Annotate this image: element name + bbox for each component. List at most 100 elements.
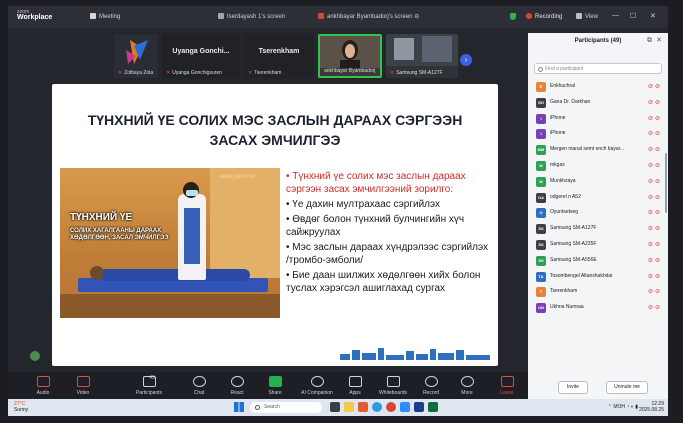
encryption-indicator[interactable] xyxy=(510,13,516,21)
weather-widget[interactable]: 27°C Sunny xyxy=(14,401,28,413)
search-icon xyxy=(538,67,543,72)
close-button[interactable]: ✕ xyxy=(650,12,656,20)
unmute-me-button[interactable]: Unmute me xyxy=(606,381,648,394)
participant-row[interactable]: GD Gana Dr. Darkhan ⊘⊘ xyxy=(528,95,668,111)
video-tile[interactable]: Tserenkham ✕ Tserenkham xyxy=(244,34,314,78)
edge-icon[interactable] xyxy=(372,402,382,412)
muted-mic-icon: ✕ xyxy=(390,70,395,76)
participant-row[interactable]: O Oyuntsetseg ⊘⊘ xyxy=(528,205,668,221)
participant-row[interactable]: SS Samsung SM-A127F ⊘⊘ xyxy=(528,221,668,237)
react-button[interactable]: React xyxy=(216,376,258,396)
muted-icons: ⊘⊘ xyxy=(647,194,662,201)
task-view-icon[interactable] xyxy=(330,402,340,412)
ai-companion-button[interactable]: AI Companion xyxy=(296,376,338,396)
taskbar-search[interactable]: Search xyxy=(250,402,322,413)
chrome-icon[interactable] xyxy=(386,402,396,412)
language-indicator: МОН xyxy=(613,404,626,410)
muted-icons: ⊘⊘ xyxy=(647,241,662,248)
participant-row[interactable]: IiPhone ⊘⊘ xyxy=(528,111,668,127)
video-tile[interactable]: ✕ Zolbaya Zola xyxy=(114,34,158,78)
camera-icon xyxy=(76,376,90,387)
participant-row[interactable]: TA Tosombengel Altanshakhdai ⊘⊘ xyxy=(528,269,668,285)
windows-start-icon[interactable] xyxy=(234,402,244,412)
participant-name: iPhone xyxy=(550,114,566,121)
video-strip: ✕ Zolbaya Zola Uyanga Gonchi... ✕ Uyanga G… xyxy=(114,34,476,80)
screen-icon xyxy=(218,13,224,19)
muted-icons: ⊘⊘ xyxy=(647,226,662,233)
avatar: E xyxy=(536,82,546,92)
participant-name: Samsung SM-A556E xyxy=(550,256,597,263)
screen-tab[interactable]: tserdayash 1's screen xyxy=(218,13,285,20)
popout-icon[interactable]: ⧉ xyxy=(647,33,652,49)
muted-icons: ⊘⊘ xyxy=(647,305,662,312)
more-icon xyxy=(460,376,474,387)
tile-display-name: Uyanga Gonchi... xyxy=(172,48,230,55)
tile-name: Samsung SM-A127F xyxy=(396,70,443,76)
next-page-button[interactable]: › xyxy=(460,54,472,66)
participant-row[interactable]: SS Samsung SM-A556E ⊘⊘ xyxy=(528,253,668,269)
muted-icons: ⊘⊘ xyxy=(647,178,662,185)
meeting-tab[interactable]: Meeting xyxy=(90,13,120,20)
apps-button[interactable]: Apps xyxy=(334,376,376,396)
tile-name: Tserenkham xyxy=(254,70,282,76)
share-button[interactable]: Share xyxy=(254,376,296,396)
options-icon[interactable]: ⊖ xyxy=(414,14,419,20)
video-tile[interactable]: ✕ Samsung SM-A127F xyxy=(386,34,458,78)
participant-name: iPhone xyxy=(550,130,566,137)
zoom-taskbar-icon[interactable] xyxy=(400,402,410,412)
participant-row[interactable]: OA odgerel n A52 ⊘⊘ xyxy=(528,190,668,206)
app-icon[interactable] xyxy=(414,402,424,412)
active-speaker-tile[interactable]: ankhbayar Byambadorj xyxy=(318,34,382,78)
invite-button[interactable]: Invite xyxy=(558,381,588,394)
clock[interactable]: 12:29 2025.08.25 xyxy=(639,401,664,413)
minimize-button[interactable]: — xyxy=(612,12,619,19)
view-button[interactable]: View xyxy=(576,13,598,20)
video-tile[interactable]: Uyanga Gonchi... ✕ Uyanga Gonchigsuren xyxy=(162,34,240,78)
participant-row[interactable]: M Munkhzaya ⊘⊘ xyxy=(528,174,668,190)
muted-mic-icon: ✕ xyxy=(248,70,253,76)
muted-mic-icon: ✕ xyxy=(118,70,123,76)
more-button[interactable]: More xyxy=(446,376,488,396)
maximize-button[interactable]: ☐ xyxy=(630,12,636,20)
avatar: TA xyxy=(536,271,546,282)
close-panel-icon[interactable]: ✕ xyxy=(656,33,662,49)
avatar: OA xyxy=(536,192,546,203)
participant-name: Oyuntsetseg xyxy=(550,209,579,216)
participant-row[interactable]: MM Mergen manal semt ench bayar... ⊘⊘ xyxy=(528,142,668,158)
leave-button[interactable]: Leave xyxy=(486,376,528,396)
avatar: M xyxy=(536,176,546,187)
chat-icon xyxy=(192,376,206,387)
system-tray[interactable]: ⌃ МОН ◔ ◐ ▮ xyxy=(608,404,638,410)
app-icon[interactable] xyxy=(358,402,368,412)
heart-icon xyxy=(230,376,244,387)
whiteboards-button[interactable]: Whiteboards xyxy=(372,376,414,396)
microphone-icon xyxy=(36,376,50,387)
participant-row[interactable]: T Tserenkham ⊘⊘ xyxy=(528,284,668,300)
participant-row[interactable]: E Enkhuchral ⊘⊘ xyxy=(528,79,668,95)
speaker-video-icon xyxy=(320,36,380,68)
paw-icon xyxy=(90,13,96,19)
image-subcaption: СОЛИХ ХАГАЛГААНЫ ДАРААХ ХӨДӨЛГӨӨН, ЗАСАЛ… xyxy=(70,228,169,241)
file-explorer-icon[interactable] xyxy=(344,402,354,412)
participant-row[interactable]: Mmkgas ⊘⊘ xyxy=(528,158,668,174)
participant-count: 49 xyxy=(149,375,155,381)
avatar: O xyxy=(536,208,546,219)
participant-search-input[interactable]: Find a participant xyxy=(534,63,662,74)
app-icon[interactable] xyxy=(428,402,438,412)
chat-button[interactable]: Chat xyxy=(178,376,220,396)
recording-indicator[interactable]: Recording xyxy=(526,13,562,20)
participant-row[interactable]: UN Ukhna Nurmaa ⊘⊘ xyxy=(528,300,668,316)
title-bar: zoom Workplace Meeting tserdayash 1's sc… xyxy=(8,6,668,28)
grid-icon xyxy=(576,13,582,19)
audio-button[interactable]: Audio xyxy=(22,376,64,396)
panel-scrollbar[interactable] xyxy=(665,153,667,213)
video-button[interactable]: Video xyxy=(62,376,104,396)
search-icon xyxy=(255,405,260,410)
slide-title: ТҮНХНИЙ ҮЕ СОЛИХ МЭС ЗАСЛЫН ДАРААХ СЭРГЭ… xyxy=(87,112,463,148)
skyline-decoration xyxy=(340,348,490,360)
annotate-icon[interactable] xyxy=(30,351,40,361)
participant-row[interactable]: SS Samsung SM-A235F ⊘⊘ xyxy=(528,237,668,253)
participant-row[interactable]: IiPhone ⊘⊘ xyxy=(528,126,668,142)
shared-screen-tab[interactable]: ankhbayar Byambadorj's screen ⊖ xyxy=(318,13,419,20)
share-icon xyxy=(268,376,282,387)
